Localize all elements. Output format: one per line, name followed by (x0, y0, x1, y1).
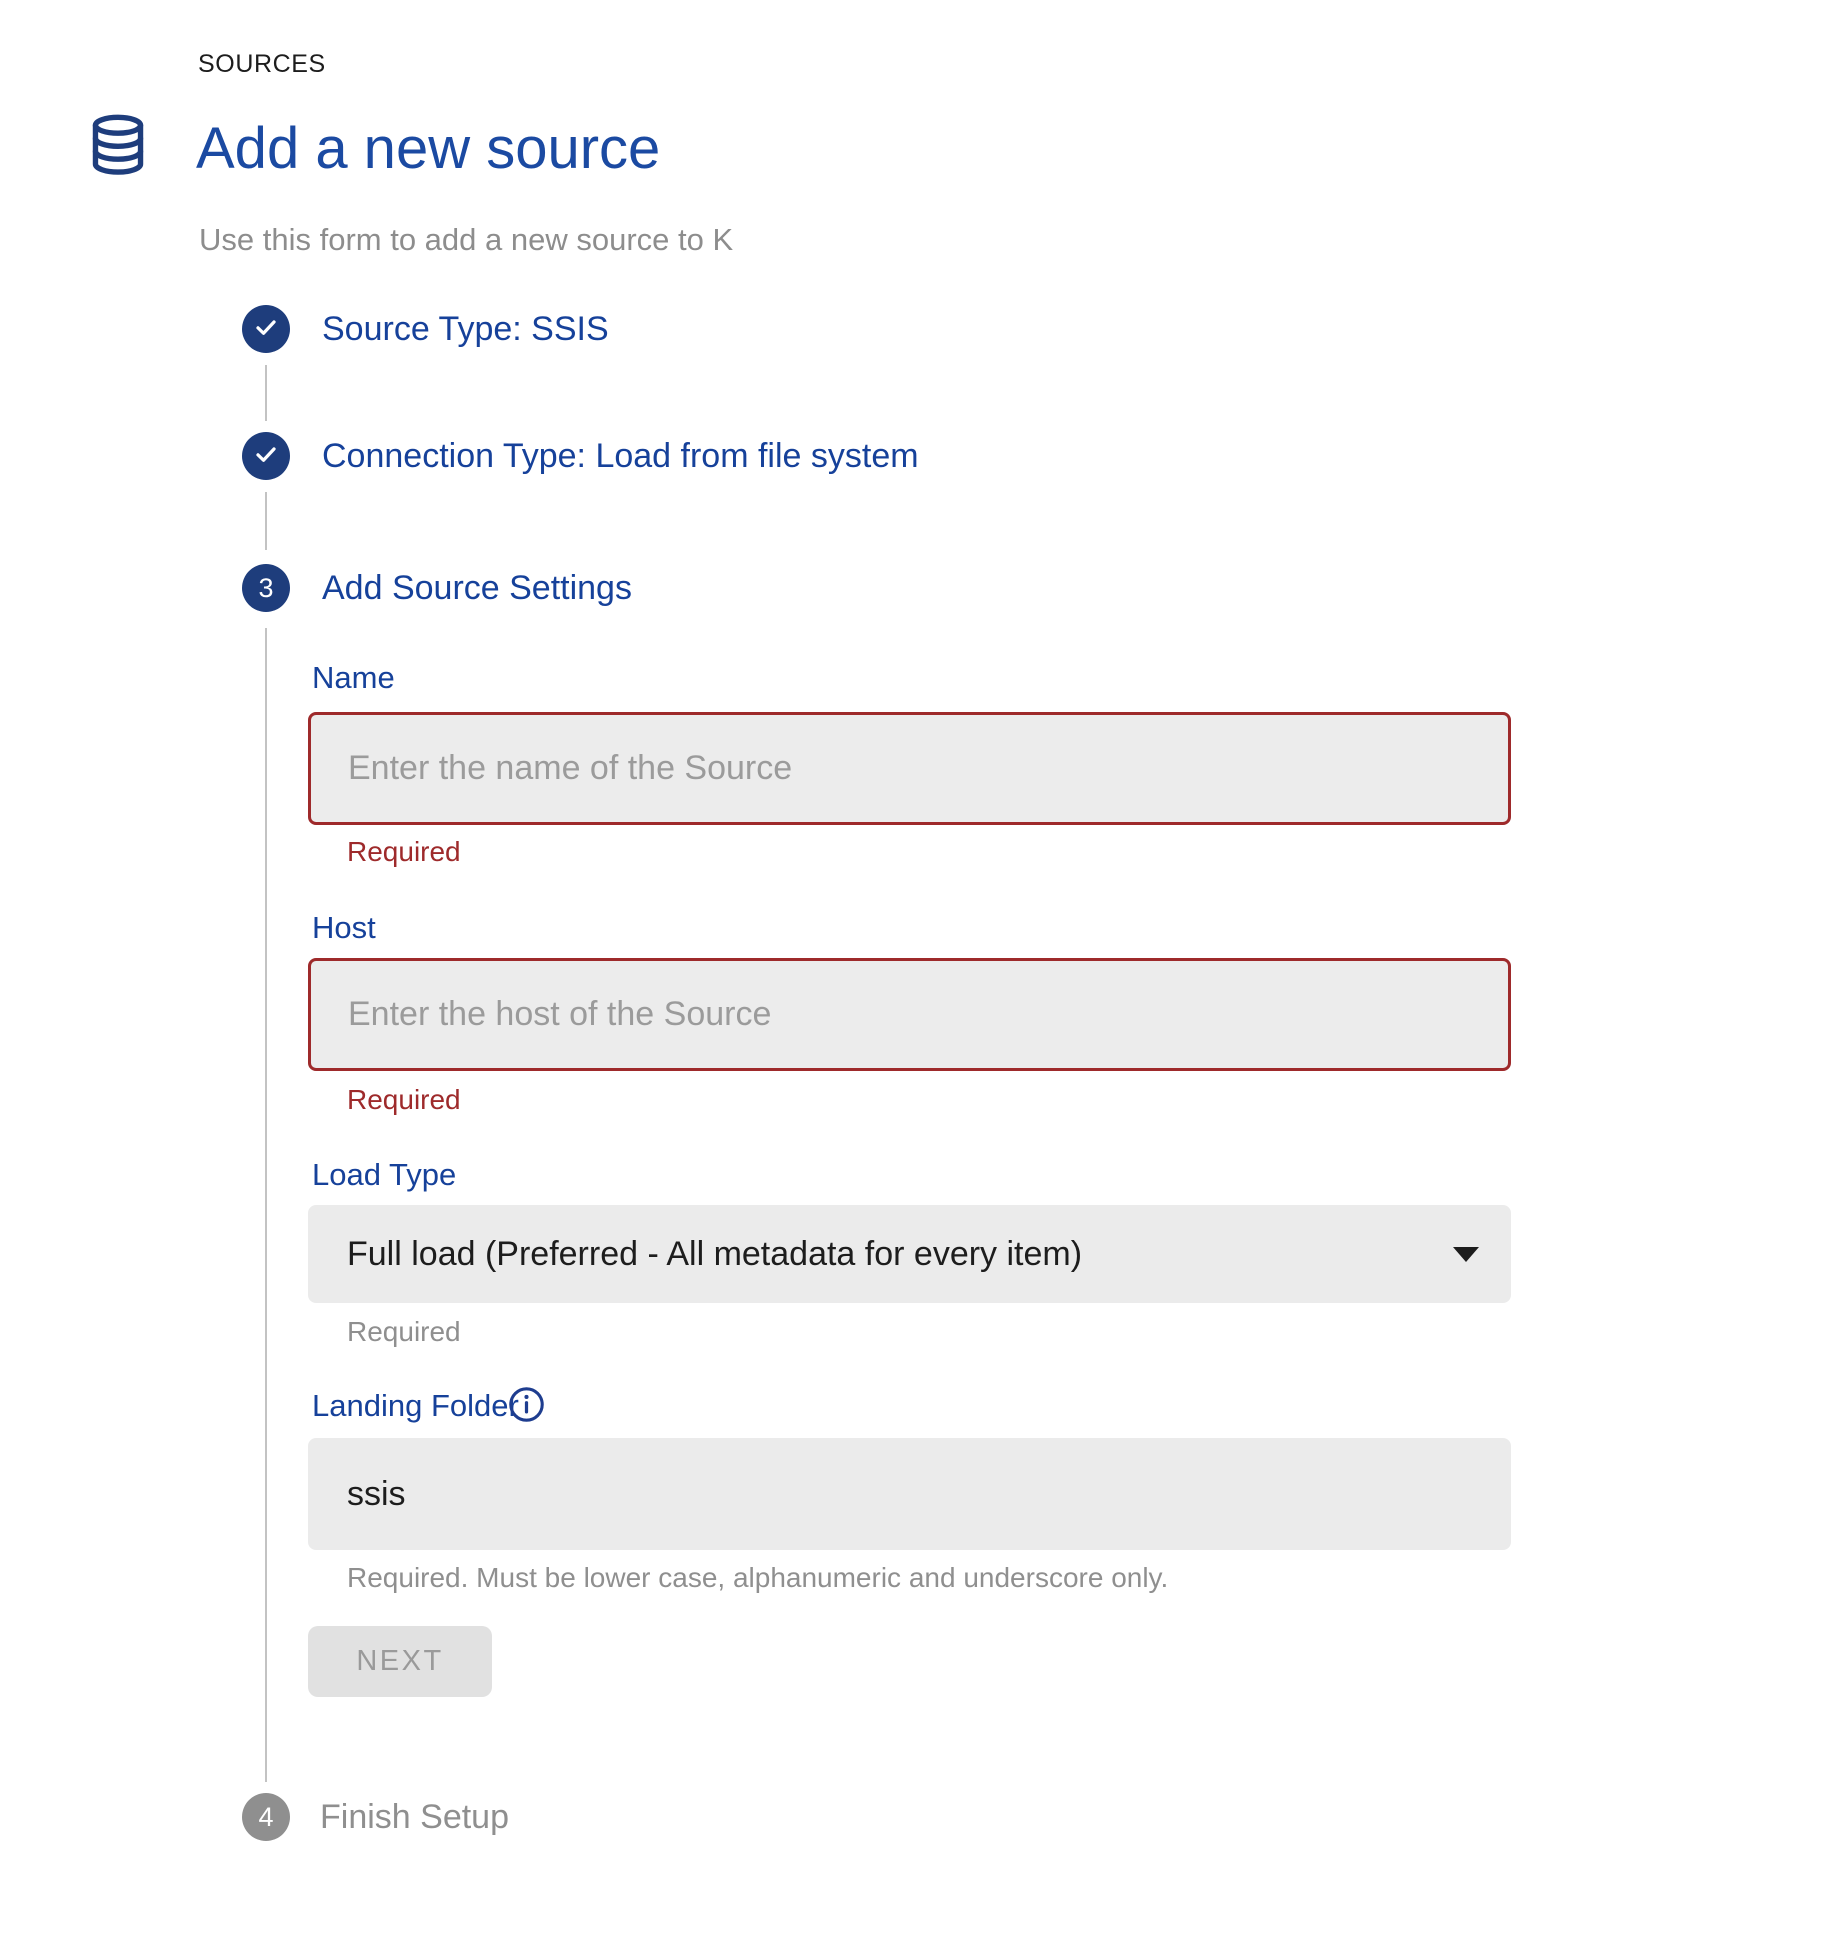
step3-circle: 3 (242, 564, 290, 612)
landing-folder-helper-text: Required. Must be lower case, alphanumer… (347, 1562, 1168, 1594)
next-button[interactable]: NEXT (308, 1626, 492, 1697)
step4-number: 4 (258, 1804, 273, 1831)
stepper-connector (265, 628, 267, 1782)
info-icon[interactable] (506, 1384, 547, 1430)
add-source-page: SOURCES Add a new source Use this form t… (0, 0, 1822, 1944)
check-icon (251, 312, 281, 347)
host-error-text: Required (347, 1084, 461, 1116)
step3-number: 3 (258, 575, 273, 602)
step4-circle: 4 (242, 1793, 290, 1841)
step1-circle[interactable] (242, 305, 290, 353)
name-field-label: Name (312, 660, 395, 696)
load-type-helper-text: Required (347, 1316, 461, 1348)
step4-label: Finish Setup (320, 1793, 509, 1841)
database-icon (87, 114, 149, 183)
dropdown-caret-icon (1453, 1247, 1479, 1262)
stepper-connector (265, 365, 267, 421)
step2-circle[interactable] (242, 432, 290, 480)
stepper-connector (265, 492, 267, 550)
load-type-selected-value: Full load (Preferred - All metadata for … (347, 1235, 1082, 1274)
host-input[interactable] (308, 958, 1511, 1071)
page-title: Add a new source (196, 118, 660, 180)
landing-folder-input[interactable] (308, 1438, 1511, 1550)
check-icon (251, 439, 281, 474)
step2-label[interactable]: Connection Type: Load from file system (322, 432, 919, 480)
step1-label[interactable]: Source Type: SSIS (322, 305, 609, 353)
landing-folder-field-label: Landing Folder (312, 1388, 519, 1424)
load-type-field-label: Load Type (312, 1157, 456, 1193)
name-input[interactable] (308, 712, 1511, 825)
page-subtitle: Use this form to add a new source to K (199, 222, 733, 258)
name-error-text: Required (347, 836, 461, 868)
breadcrumb: SOURCES (198, 50, 326, 79)
host-field-label: Host (312, 910, 376, 946)
step3-label: Add Source Settings (322, 564, 632, 612)
load-type-select[interactable]: Full load (Preferred - All metadata for … (308, 1205, 1511, 1303)
